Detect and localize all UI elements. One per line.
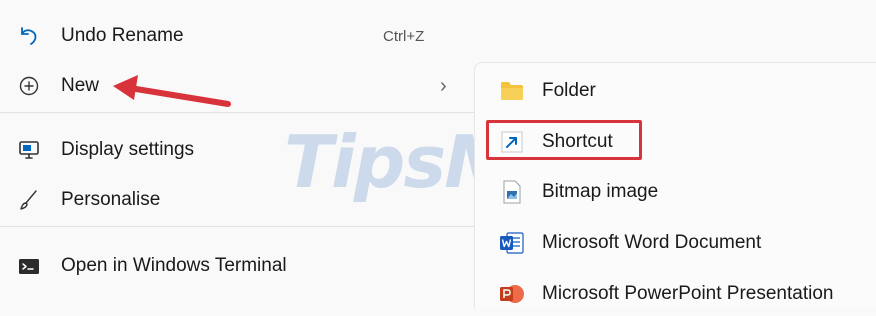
terminal-icon (14, 251, 44, 281)
submenu-item-label: Microsoft Word Document (542, 232, 762, 253)
bitmap-icon (497, 177, 527, 207)
folder-icon (497, 76, 527, 106)
powerpoint-icon (497, 279, 527, 309)
keyboard-shortcut: Ctrl+Z (383, 27, 425, 45)
new-submenu: Folder Shortcut Bitmap image Microsoft W… (474, 62, 876, 308)
submenu-item-label: Bitmap image (542, 181, 659, 202)
menu-item-label: Open in Windows Terminal (61, 255, 287, 276)
submenu-item-folder[interactable]: Folder (475, 69, 876, 113)
submenu-item-powerpoint-presentation[interactable]: Microsoft PowerPoint Presentation (475, 272, 876, 316)
display-icon (14, 135, 44, 165)
undo-icon (14, 21, 44, 51)
menu-item-label: Personalise (61, 189, 161, 210)
menu-item-new[interactable]: New › (0, 64, 474, 108)
context-menu: Undo Rename Ctrl+Z New › Display setting… (0, 0, 474, 307)
submenu-item-bitmap-image[interactable]: Bitmap image (475, 170, 876, 214)
submenu-item-label: Microsoft PowerPoint Presentation (542, 283, 834, 304)
chevron-right-icon: › (440, 74, 447, 97)
word-icon (497, 228, 527, 258)
menu-item-label: Undo Rename (61, 25, 184, 46)
submenu-item-word-document[interactable]: Microsoft Word Document (475, 221, 876, 265)
menu-item-display-settings[interactable]: Display settings (0, 128, 474, 172)
annotation-highlight-box (486, 120, 642, 160)
menu-item-label: New (61, 75, 100, 96)
menu-item-open-terminal[interactable]: Open in Windows Terminal (0, 244, 474, 288)
divider (0, 112, 474, 113)
menu-item-personalise[interactable]: Personalise (0, 178, 474, 222)
menu-item-label: Display settings (61, 139, 195, 160)
plus-circle-icon (14, 71, 44, 101)
submenu-item-label: Folder (542, 80, 596, 101)
menu-item-undo-rename[interactable]: Undo Rename Ctrl+Z (0, 14, 474, 58)
brush-icon (14, 185, 44, 215)
divider (0, 226, 474, 227)
